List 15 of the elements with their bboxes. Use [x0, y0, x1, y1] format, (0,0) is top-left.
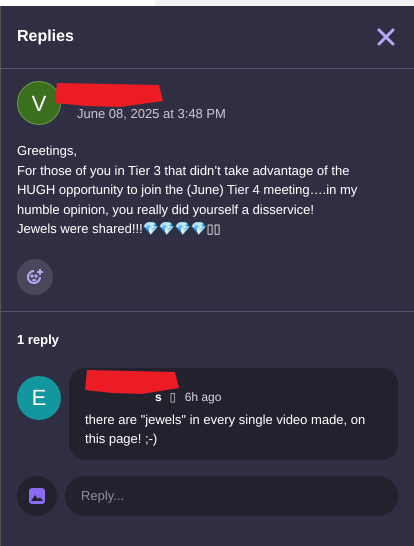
add-reaction-button[interactable]	[17, 258, 53, 294]
attach-image-button[interactable]	[17, 476, 57, 516]
reply-author: s	[155, 388, 162, 406]
reply-field[interactable]: Reply...	[65, 476, 398, 516]
panel-title: Replies	[17, 27, 74, 47]
reply-count: 1 reply	[17, 332, 59, 346]
post-date: June 08, 2025 at 3:48 PM	[77, 104, 226, 122]
user-avatar: V	[17, 81, 61, 125]
reply-time: 6h ago	[184, 388, 222, 406]
post-text: Greetings, For those of you in Tier 3 that didn’t take advantage of the HUGH opportunity to join the (June) Tier 4 meeting….in my humble opinion, you really did yourself a disservice! Jewels were shared!!!💎💎💎💎▯▯	[17, 142, 358, 238]
emoji-add-icon	[26, 268, 44, 286]
reply-text: there are "jewels" in every single video made, on this page! ;-)	[85, 410, 366, 448]
image-icon	[28, 486, 46, 504]
separator-glyph: ▯	[170, 388, 177, 406]
user-avatar: E	[17, 376, 61, 420]
